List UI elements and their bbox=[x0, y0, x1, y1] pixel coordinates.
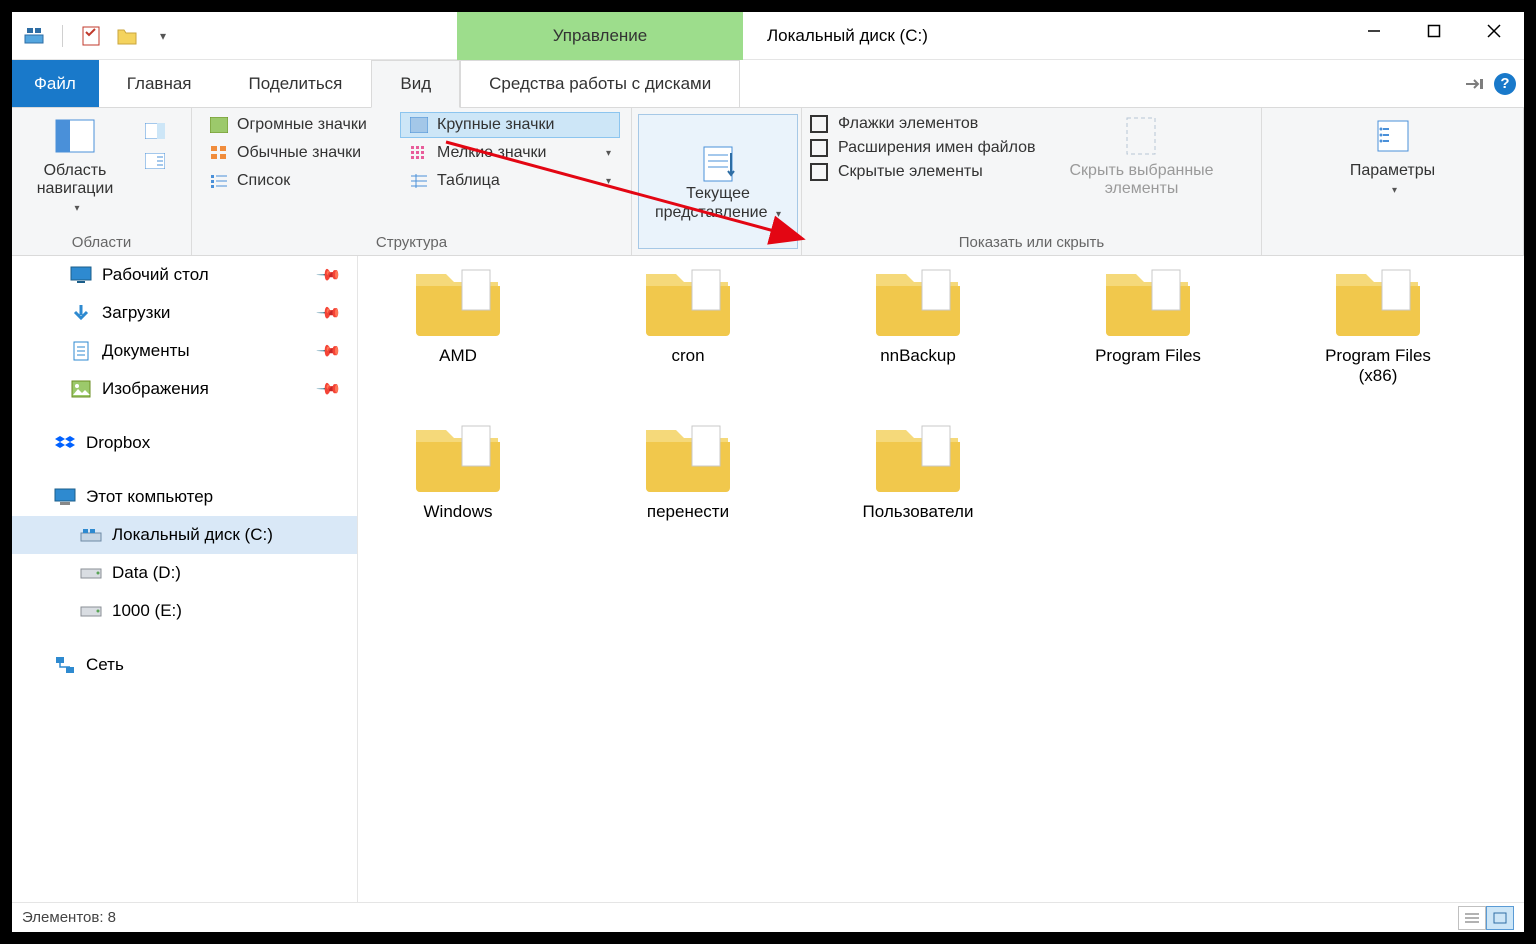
folder-item[interactable]: AMD bbox=[388, 260, 528, 386]
qat-dropdown-icon[interactable]: ▾ bbox=[151, 24, 175, 48]
layout-large[interactable]: Крупные значки bbox=[400, 112, 620, 138]
sidebar-item-dropbox[interactable]: Dropbox bbox=[12, 424, 357, 462]
folder-item[interactable]: Windows bbox=[388, 416, 528, 522]
desktop-icon bbox=[70, 264, 92, 286]
folder-label: nnBackup bbox=[880, 346, 956, 366]
this-pc-icon bbox=[54, 486, 76, 508]
sidebar-item-drive-d[interactable]: Data (D:) bbox=[12, 554, 357, 592]
sidebar-item-pictures[interactable]: Изображения📌 bbox=[12, 370, 357, 408]
folder-label: Program Files bbox=[1095, 346, 1201, 366]
panes-group-label: Области bbox=[20, 234, 183, 253]
titlebar: ▾ Управление Локальный диск (C:) bbox=[12, 12, 1524, 60]
current-view-button[interactable]: Текущее представление ▾ bbox=[638, 114, 798, 249]
properties-icon[interactable] bbox=[79, 24, 103, 48]
hide-selected-button: Скрыть выбранные элементы bbox=[1052, 112, 1232, 199]
network-icon bbox=[54, 654, 76, 676]
folder-label: AMD bbox=[439, 346, 477, 366]
sidebar-item-drive-e[interactable]: 1000 (E:) bbox=[12, 592, 357, 630]
pin-icon: 📌 bbox=[315, 261, 343, 289]
sidebar-item-drive-c[interactable]: Локальный диск (C:) bbox=[12, 516, 357, 554]
sidebar-item-network[interactable]: Сеть bbox=[12, 646, 357, 684]
drive-icon bbox=[80, 524, 102, 546]
new-folder-icon[interactable] bbox=[115, 24, 139, 48]
downloads-icon bbox=[70, 302, 92, 324]
folder-icon bbox=[870, 260, 966, 340]
file-extensions-toggle[interactable]: Расширения имен файлов bbox=[810, 136, 1036, 160]
folder-item[interactable]: cron bbox=[618, 260, 758, 386]
folder-label: Пользователи bbox=[863, 502, 974, 522]
folder-item[interactable]: перенести bbox=[618, 416, 758, 522]
ribbon: Область навигации▾ Области Огромные знач… bbox=[12, 108, 1524, 256]
drive-icon bbox=[80, 600, 102, 622]
folder-icon bbox=[1330, 260, 1426, 340]
view-details-button[interactable] bbox=[1458, 906, 1486, 930]
details-pane-button[interactable] bbox=[136, 148, 174, 174]
folder-item[interactable]: Program Files bbox=[1078, 260, 1218, 386]
current-view-icon bbox=[698, 143, 738, 185]
folder-label: Program Files (x86) bbox=[1308, 346, 1448, 386]
hidden-items-toggle[interactable]: Скрытые элементы bbox=[810, 160, 1036, 184]
tab-drive-tools[interactable]: Средства работы с дисками bbox=[460, 60, 740, 107]
folder-label: cron bbox=[671, 346, 704, 366]
folder-item[interactable]: Пользователи bbox=[848, 416, 988, 522]
pin-icon: 📌 bbox=[315, 337, 343, 365]
close-button[interactable] bbox=[1464, 12, 1524, 50]
window-title: Локальный диск (C:) bbox=[767, 12, 928, 60]
layout-extra-large[interactable]: Огромные значки bbox=[200, 112, 400, 138]
pictures-icon bbox=[70, 378, 92, 400]
pin-icon: 📌 bbox=[315, 375, 343, 403]
pin-icon: 📌 bbox=[315, 299, 343, 327]
quick-access-toolbar: ▾ bbox=[12, 24, 175, 48]
tab-main[interactable]: Главная bbox=[99, 60, 221, 107]
layout-small[interactable]: Мелкие значки▾ bbox=[400, 140, 620, 166]
options-button[interactable]: Параметры▾ bbox=[1338, 112, 1448, 199]
sidebar-item-this-pc[interactable]: Этот компьютер bbox=[12, 478, 357, 516]
tab-view[interactable]: Вид bbox=[371, 60, 460, 108]
minimize-ribbon-icon[interactable] bbox=[1464, 77, 1484, 91]
help-icon[interactable]: ? bbox=[1494, 73, 1516, 95]
drive-icon bbox=[80, 562, 102, 584]
show-hide-group-label: Показать или скрыть bbox=[810, 234, 1253, 253]
documents-icon bbox=[70, 340, 92, 362]
tab-file[interactable]: Файл bbox=[12, 60, 99, 107]
view-large-icons-button[interactable] bbox=[1486, 906, 1514, 930]
item-count: Элементов: 8 bbox=[22, 909, 116, 926]
folder-icon bbox=[640, 260, 736, 340]
folder-icon bbox=[410, 260, 506, 340]
contextual-tab-group: Управление bbox=[457, 12, 743, 60]
tab-share[interactable]: Поделиться bbox=[221, 60, 372, 107]
item-checkboxes-toggle[interactable]: Флажки элементов bbox=[810, 112, 1036, 136]
layout-group-label: Структура bbox=[200, 234, 623, 253]
folder-item[interactable]: Program Files (x86) bbox=[1308, 260, 1448, 386]
preview-pane-button[interactable] bbox=[136, 118, 174, 144]
minimize-button[interactable] bbox=[1344, 12, 1404, 50]
navigation-pane-button[interactable]: Область навигации▾ bbox=[20, 112, 130, 214]
hide-selected-icon bbox=[1120, 114, 1164, 158]
maximize-button[interactable] bbox=[1404, 12, 1464, 50]
sidebar-item-downloads[interactable]: Загрузки📌 bbox=[12, 294, 357, 332]
sidebar-item-documents[interactable]: Документы📌 bbox=[12, 332, 357, 370]
folder-icon bbox=[640, 416, 736, 496]
layout-details[interactable]: Таблица▾ bbox=[400, 168, 620, 194]
nav-pane-icon bbox=[53, 114, 97, 158]
folder-icon bbox=[870, 416, 966, 496]
folder-icon bbox=[1100, 260, 1196, 340]
status-bar: Элементов: 8 bbox=[12, 902, 1524, 932]
layout-medium[interactable]: Обычные значки bbox=[200, 140, 400, 166]
folder-label: Windows bbox=[424, 502, 493, 522]
folder-icon bbox=[410, 416, 506, 496]
drive-icon bbox=[22, 24, 46, 48]
options-icon bbox=[1371, 114, 1415, 158]
folder-item[interactable]: nnBackup bbox=[848, 260, 988, 386]
ribbon-tabs: Файл Главная Поделиться Вид Средства раб… bbox=[12, 60, 1524, 108]
navigation-pane: Рабочий стол📌 Загрузки📌 Документы📌 Изобр… bbox=[12, 256, 358, 902]
folder-label: перенести bbox=[647, 502, 729, 522]
dropbox-icon bbox=[54, 432, 76, 454]
sidebar-item-desktop[interactable]: Рабочий стол📌 bbox=[12, 256, 357, 294]
layout-list[interactable]: Список bbox=[200, 168, 400, 194]
content-pane[interactable]: AMD cron nnBackup Program Files Program File… bbox=[358, 256, 1524, 902]
